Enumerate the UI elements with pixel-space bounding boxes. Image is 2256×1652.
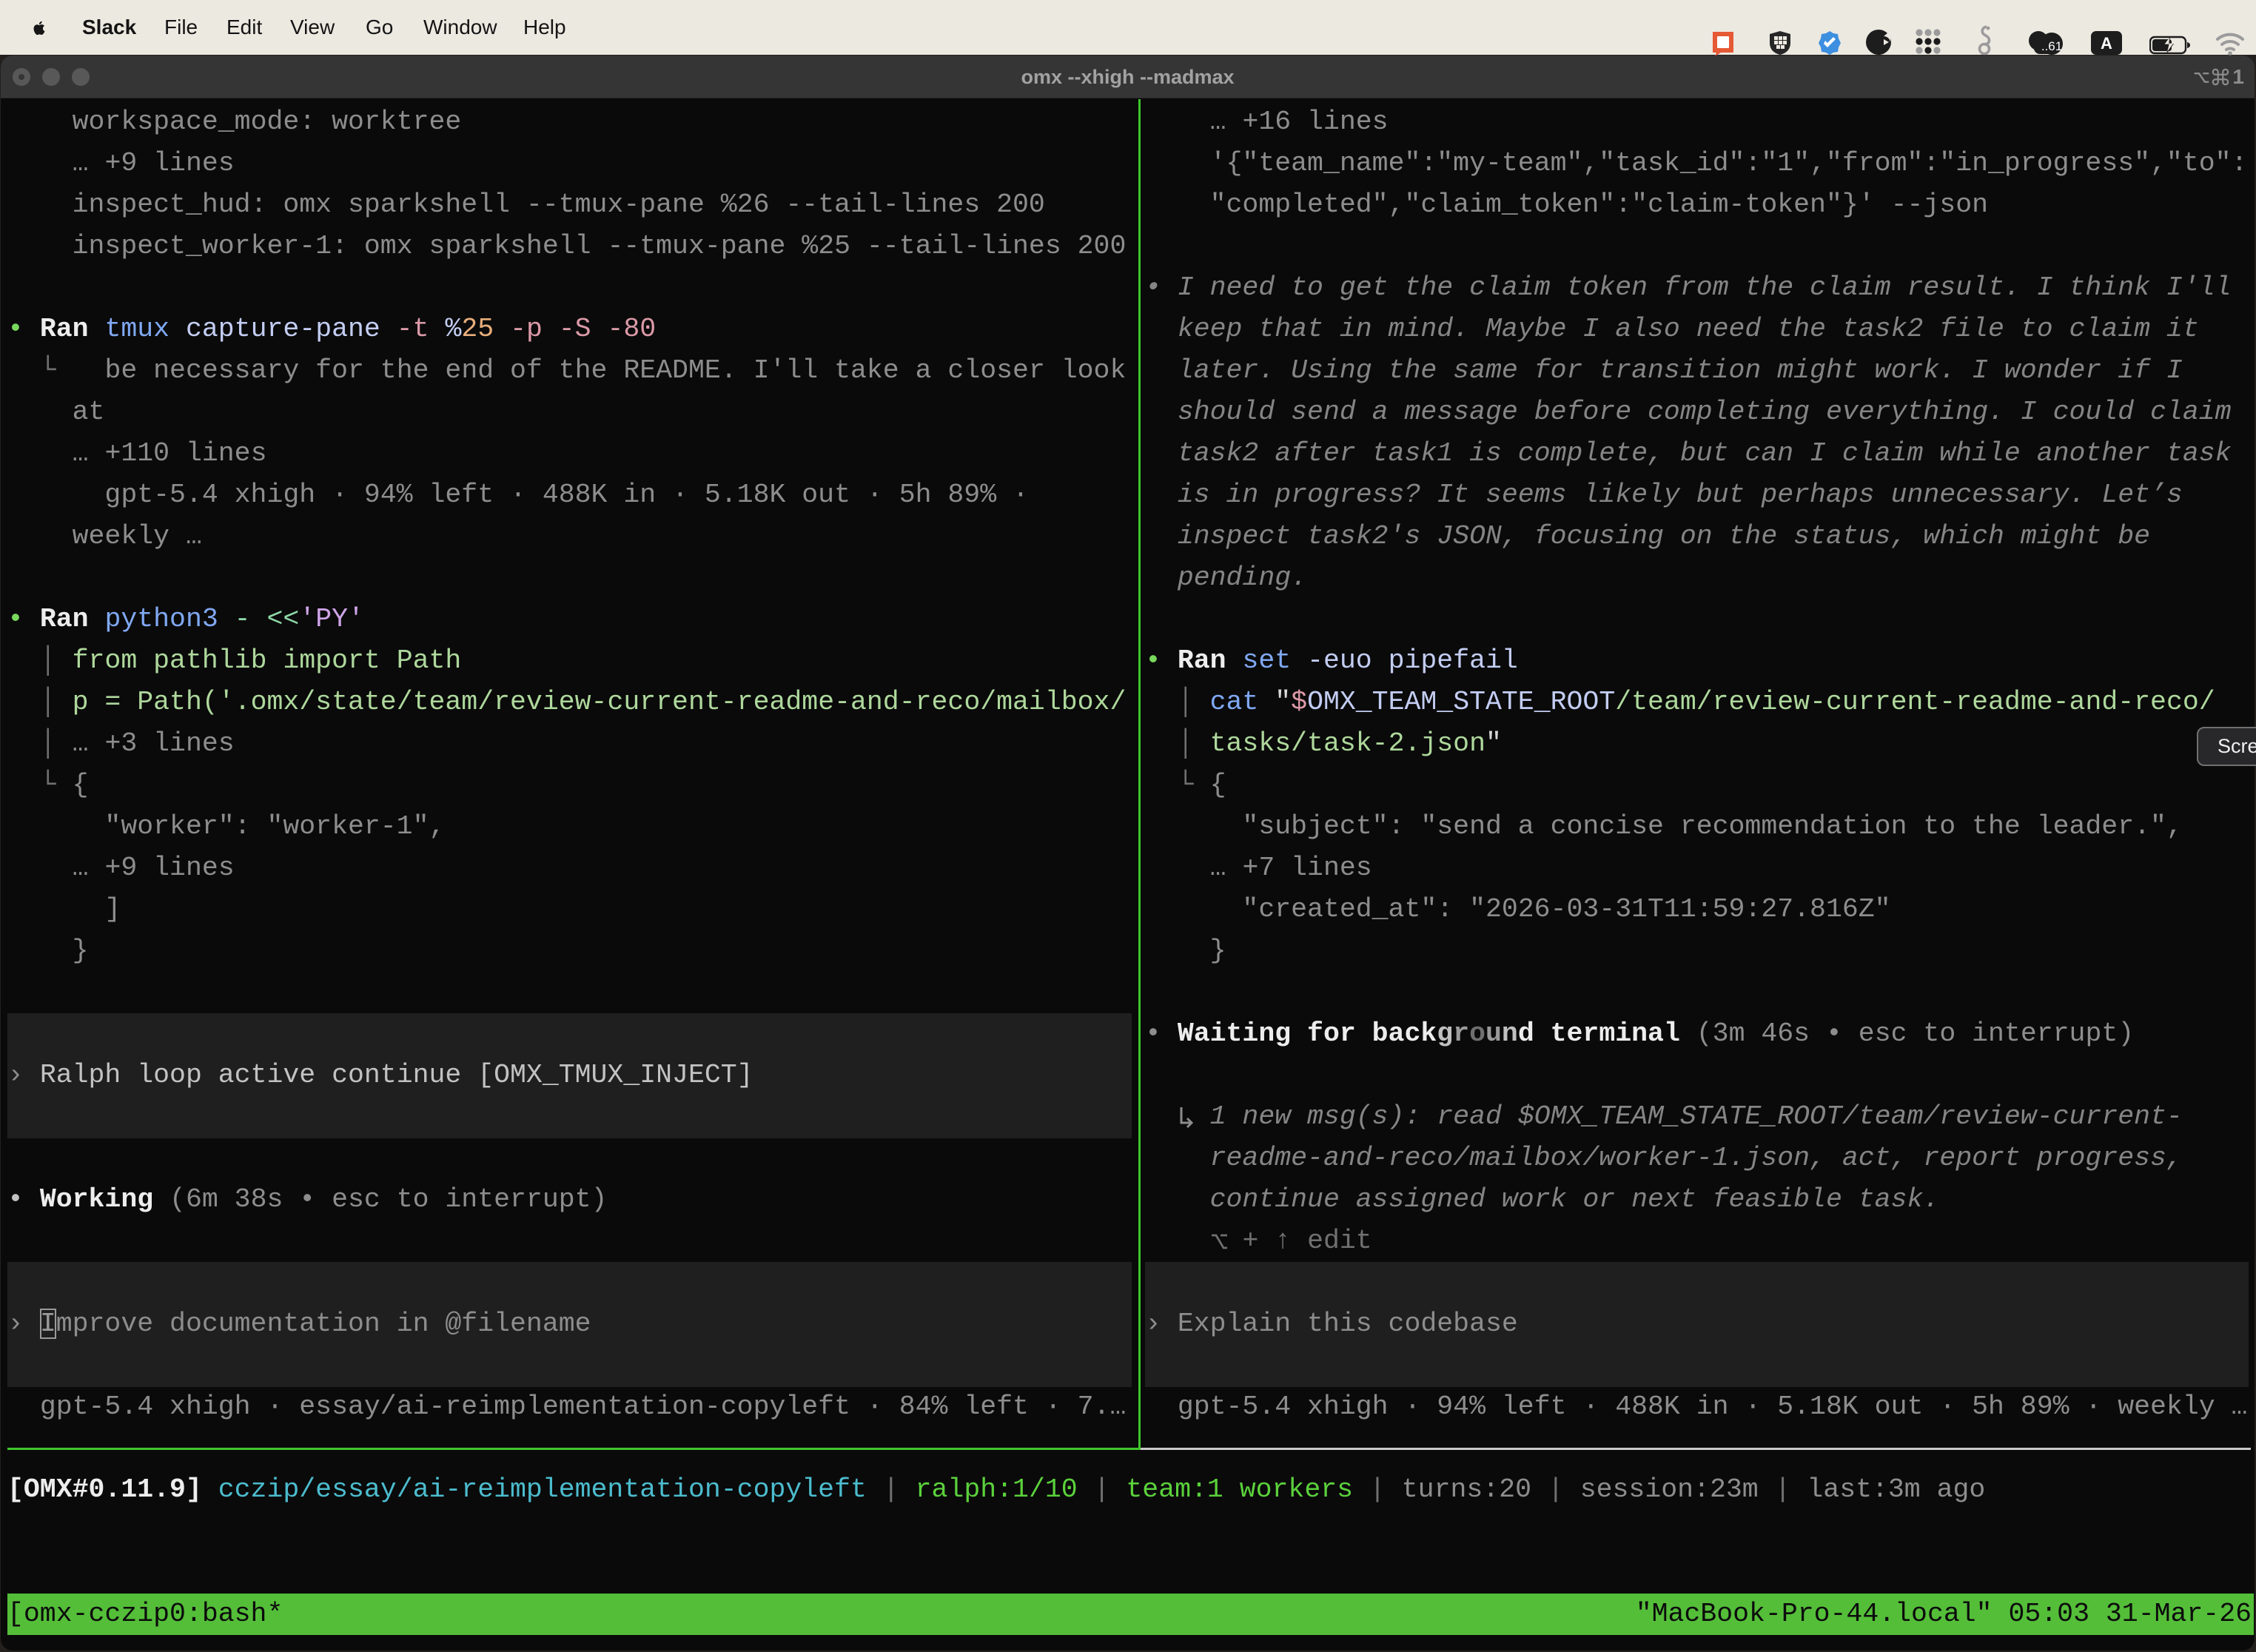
svg-text:..61: ..61 <box>2041 39 2062 53</box>
svg-text:A: A <box>2101 34 2112 53</box>
